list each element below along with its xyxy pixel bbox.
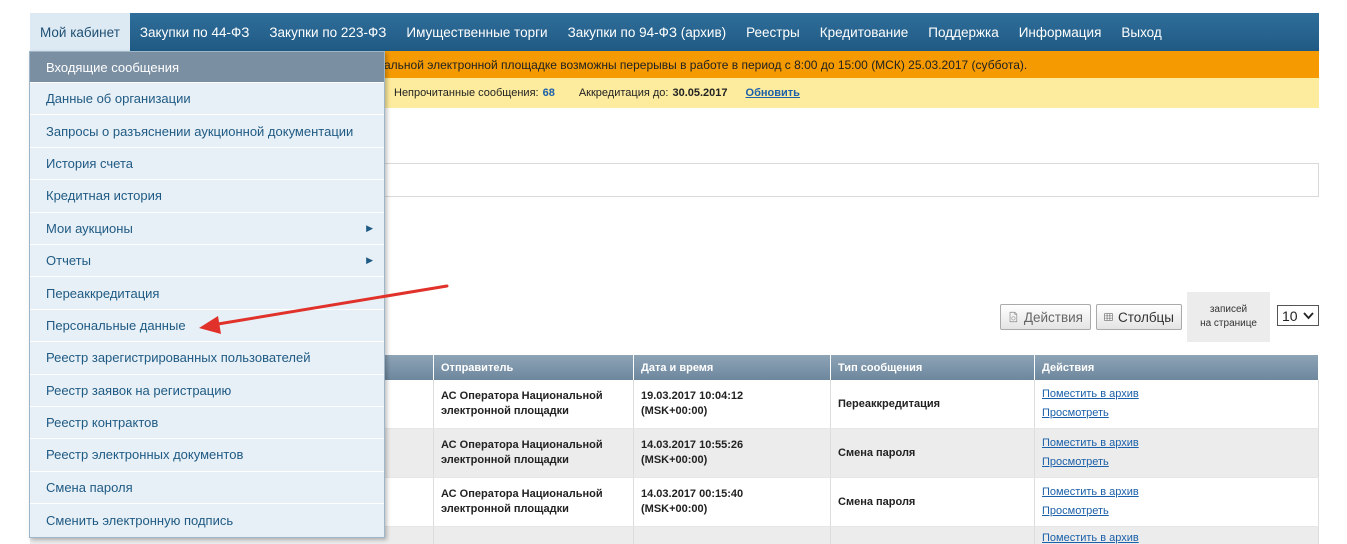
view-link[interactable]: Просмотреть bbox=[1042, 453, 1318, 472]
actions-button[interactable]: Действия bbox=[1000, 304, 1091, 330]
sender-cell bbox=[434, 527, 634, 544]
columns-label: Столбцы bbox=[1117, 309, 1174, 325]
refresh-link[interactable]: Обновить bbox=[746, 87, 800, 99]
type-cell: Смена пароля bbox=[831, 429, 1035, 477]
nav-registries[interactable]: Реестры bbox=[736, 13, 810, 51]
unread-count[interactable]: 68 bbox=[543, 87, 555, 99]
submenu-arrow-icon: ▶ bbox=[366, 222, 373, 233]
actions-cell: Поместить в архив Просмотреть bbox=[1035, 478, 1319, 526]
sender-cell: АС Оператора Национальной электронной пл… bbox=[434, 380, 634, 428]
column-header-actions: Действия bbox=[1035, 355, 1319, 380]
actions-label: Действия bbox=[1023, 309, 1083, 325]
columns-grid-icon bbox=[1104, 313, 1113, 321]
menu-item-reports[interactable]: Отчеты ▶ bbox=[30, 245, 384, 278]
accreditation-label: Аккредитация до: bbox=[578, 87, 669, 99]
nav-my-cabinet[interactable]: Мой кабинет bbox=[30, 13, 130, 51]
notice-text: альной электронной площадке возможны пер… bbox=[384, 57, 1028, 72]
menu-item-registered-users-registry[interactable]: Реестр зарегистрированных пользователей bbox=[30, 342, 384, 375]
columns-button[interactable]: Столбцы bbox=[1096, 304, 1182, 330]
menu-item-organization-data[interactable]: Данные об организации bbox=[30, 83, 384, 116]
archive-link[interactable]: Поместить в архив bbox=[1042, 529, 1318, 544]
unread-label: Непрочитанные сообщения: bbox=[394, 87, 539, 99]
actions-cell: Поместить в архив bbox=[1035, 527, 1319, 544]
nav-purchases-223fz[interactable]: Закупки по 223-ФЗ bbox=[259, 13, 396, 51]
nav-information[interactable]: Информация bbox=[1009, 13, 1112, 51]
menu-item-clarification-requests[interactable]: Запросы о разъяснении аукционной докумен… bbox=[30, 115, 384, 148]
column-header-datetime[interactable]: Дата и время bbox=[634, 355, 831, 380]
nav-purchases-94fz-archive[interactable]: Закупки по 94-ФЗ (архив) bbox=[558, 13, 737, 51]
document-icon bbox=[1009, 311, 1018, 323]
menu-item-personal-data[interactable]: Персональные данные bbox=[30, 310, 384, 343]
menu-item-account-history[interactable]: История счета bbox=[30, 148, 384, 181]
menu-item-contracts-registry[interactable]: Реестр контрактов bbox=[30, 407, 384, 440]
type-cell bbox=[831, 527, 1035, 544]
archive-link[interactable]: Поместить в архив bbox=[1042, 385, 1318, 404]
view-link[interactable]: Просмотреть bbox=[1042, 502, 1318, 521]
accreditation-date: 30.05.2017 bbox=[672, 87, 728, 99]
submenu-arrow-icon: ▶ bbox=[366, 255, 373, 266]
menu-item-e-documents-registry[interactable]: Реестр электронных документов bbox=[30, 439, 384, 472]
sender-cell: АС Оператора Национальной электронной пл… bbox=[434, 429, 634, 477]
main-nav: Мой кабинет Закупки по 44-ФЗ Закупки по … bbox=[30, 13, 1319, 51]
nav-logout[interactable]: Выход bbox=[1111, 13, 1171, 51]
view-link[interactable]: Просмотреть bbox=[1042, 404, 1318, 423]
menu-item-incoming-messages[interactable]: Входящие сообщения bbox=[30, 52, 384, 83]
menu-item-credit-history[interactable]: Кредитная история bbox=[30, 180, 384, 213]
per-page-value: 10 bbox=[1282, 307, 1298, 324]
archive-link[interactable]: Поместить в архив bbox=[1042, 483, 1318, 502]
per-page-select[interactable]: 10 bbox=[1277, 305, 1319, 326]
type-cell: Смена пароля bbox=[831, 478, 1035, 526]
chevron-down-icon bbox=[1303, 311, 1314, 319]
my-cabinet-dropdown: Входящие сообщения Данные об организации… bbox=[29, 51, 385, 538]
nav-crediting[interactable]: Кредитование bbox=[810, 13, 919, 51]
nav-support[interactable]: Поддержка bbox=[918, 13, 1008, 51]
records-per-page-label: записей на странице bbox=[1187, 292, 1270, 342]
menu-item-change-e-signature[interactable]: Сменить электронную подпись bbox=[30, 504, 384, 536]
menu-item-registration-requests-registry[interactable]: Реестр заявок на регистрацию bbox=[30, 375, 384, 407]
datetime-cell: 14.03.2017 10:55:26 (MSK+00:00) bbox=[634, 429, 831, 477]
nav-purchases-44fz[interactable]: Закупки по 44-ФЗ bbox=[130, 13, 259, 51]
nav-property-auctions[interactable]: Имущественные торги bbox=[396, 13, 557, 51]
datetime-cell: 19.03.2017 10:04:12 (MSK+00:00) bbox=[634, 380, 831, 428]
menu-item-reaccreditation[interactable]: Переаккредитация bbox=[30, 277, 384, 310]
menu-item-my-auctions[interactable]: Мои аукционы ▶ bbox=[30, 213, 384, 245]
sender-cell: АС Оператора Национальной электронной пл… bbox=[434, 478, 634, 526]
actions-cell: Поместить в архив Просмотреть bbox=[1035, 380, 1319, 428]
column-header-sender[interactable]: Отправитель bbox=[434, 355, 634, 380]
datetime-cell bbox=[634, 527, 831, 544]
type-cell: Переаккредитация bbox=[831, 380, 1035, 428]
column-header-type[interactable]: Тип сообщения bbox=[831, 355, 1035, 380]
archive-link[interactable]: Поместить в архив bbox=[1042, 434, 1318, 453]
menu-item-change-password[interactable]: Смена пароля bbox=[30, 472, 384, 505]
actions-cell: Поместить в архив Просмотреть bbox=[1035, 429, 1319, 477]
datetime-cell: 14.03.2017 00:15:40 (MSK+00:00) bbox=[634, 478, 831, 526]
